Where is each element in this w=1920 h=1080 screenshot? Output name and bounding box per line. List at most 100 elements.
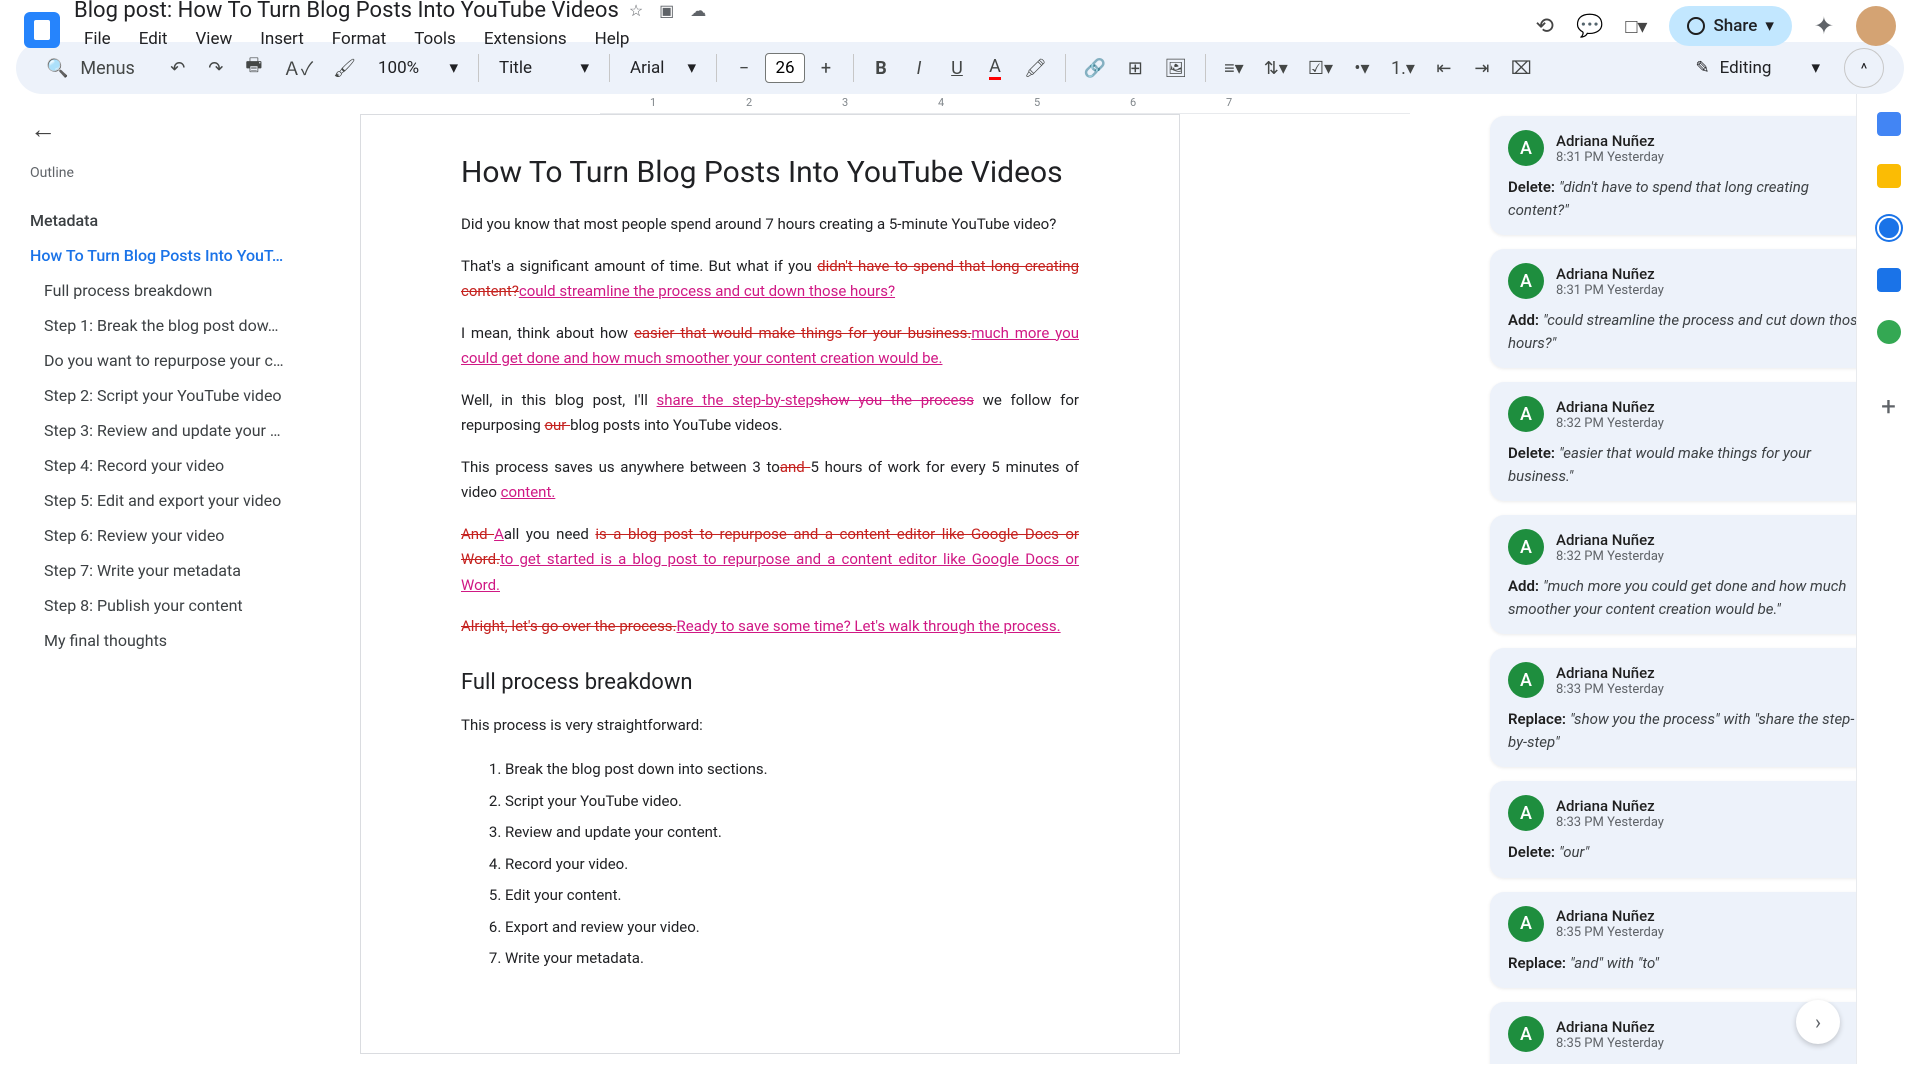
suggestion-insert[interactable]: A — [494, 525, 504, 543]
tasks-icon[interactable] — [1877, 216, 1901, 240]
number-list-button[interactable]: 1.▾ — [1383, 50, 1423, 86]
outline-item[interactable]: Metadata — [30, 203, 286, 238]
cloud-status-icon[interactable]: ☁ — [690, 1, 706, 20]
menu-extensions[interactable]: Extensions — [474, 25, 577, 53]
page-title[interactable]: How To Turn Blog Posts Into YouTube Vide… — [461, 155, 1079, 190]
outline-item[interactable]: Step 3: Review and update your … — [30, 413, 286, 448]
paragraph[interactable]: This process is very straightforward: — [461, 713, 1079, 739]
style-select[interactable]: Title▾ — [489, 54, 599, 82]
suggestion-delete[interactable]: And — [461, 525, 494, 543]
line-spacing-button[interactable]: ⇅▾ — [1256, 50, 1296, 86]
indent-decrease-button[interactable]: ⇤ — [1427, 50, 1461, 86]
list-item[interactable]: Edit your content. — [505, 880, 1079, 912]
outline-item[interactable]: Step 2: Script your YouTube video — [30, 378, 286, 413]
ordered-list[interactable]: Break the blog post down into sections. … — [505, 754, 1079, 975]
horizontal-ruler[interactable]: 1234567 — [600, 94, 1410, 114]
font-size-input[interactable] — [765, 53, 805, 83]
suggestion-insert[interactable]: share the step-by-step — [657, 391, 814, 409]
suggestion-delete[interactable]: our — [544, 416, 570, 434]
list-item[interactable]: Script your YouTube video. — [505, 786, 1079, 818]
add-on-plus-icon[interactable]: + — [1881, 392, 1896, 422]
indent-increase-button[interactable]: ⇥ — [1465, 50, 1499, 86]
suggestion-delete[interactable]: and — [780, 458, 811, 476]
list-item[interactable]: Export and review your video. — [505, 912, 1079, 944]
suggestion-card[interactable]: AAdriana Nuñez8:31 PM Yesterday Add:"cou… — [1490, 249, 1890, 368]
outline-item[interactable]: Full process breakdown — [30, 273, 286, 308]
paragraph[interactable]: Well, in this blog post, I'll share the … — [461, 388, 1079, 439]
checklist-button[interactable]: ☑▾ — [1300, 50, 1341, 86]
outline-item[interactable]: My final thoughts — [30, 623, 286, 658]
list-item[interactable]: Write your metadata. — [505, 943, 1079, 975]
suggestion-card[interactable]: AAdriana Nuñez8:33 PM Yesterday Delete:"… — [1490, 781, 1890, 878]
menu-file[interactable]: File — [74, 25, 121, 53]
outline-item[interactable]: How To Turn Blog Posts Into YouT… — [30, 238, 286, 273]
menu-format[interactable]: Format — [322, 25, 396, 53]
spellcheck-button[interactable]: Ａ✓ — [275, 50, 321, 86]
editing-mode-select[interactable]: ✎ Editing ▾ — [1681, 52, 1834, 84]
outline-item[interactable]: Step 4: Record your video — [30, 448, 286, 483]
comment-button[interactable]: ⊞ — [1118, 50, 1152, 86]
bold-button[interactable]: B — [864, 50, 898, 86]
contacts-icon[interactable] — [1877, 268, 1901, 292]
outline-item[interactable]: Do you want to repurpose your c… — [30, 343, 286, 378]
calendar-icon[interactable] — [1877, 112, 1901, 136]
outline-item[interactable]: Step 7: Write your metadata — [30, 553, 286, 588]
menu-tools[interactable]: Tools — [404, 25, 466, 53]
font-size-decrease[interactable]: − — [727, 50, 761, 86]
paragraph[interactable]: Alright, let's go over the process.Ready… — [461, 614, 1079, 640]
outline-item[interactable]: Step 8: Publish your content — [30, 588, 286, 623]
list-item[interactable]: Break the blog post down into sections. — [505, 754, 1079, 786]
docs-icon[interactable] — [24, 12, 60, 48]
document-title[interactable]: Blog post: How To Turn Blog Posts Into Y… — [74, 0, 619, 23]
heading-2[interactable]: Full process breakdown — [461, 670, 1079, 695]
suggestion-card[interactable]: AAdriana Nuñez8:33 PM Yesterday Replace:… — [1490, 648, 1890, 767]
document-canvas[interactable]: 1234567 How To Turn Blog Posts Into YouT… — [300, 94, 1480, 1064]
italic-button[interactable]: I — [902, 50, 936, 86]
share-dropdown-icon[interactable]: ▾ — [1765, 16, 1774, 36]
image-button[interactable]: 🖼 — [1156, 50, 1195, 86]
star-icon[interactable]: ☆ — [629, 1, 643, 20]
comments-icon[interactable]: 💬 — [1576, 14, 1603, 39]
menu-view[interactable]: View — [185, 25, 242, 53]
outline-item[interactable]: Step 6: Review your video — [30, 518, 286, 553]
suggestion-delete[interactable]: show you the process — [814, 391, 974, 409]
paragraph[interactable]: Did you know that most people spend arou… — [461, 212, 1079, 238]
font-select[interactable]: Arial▾ — [620, 54, 706, 82]
suggestion-delete[interactable]: Alright, let's go over the process. — [461, 617, 677, 635]
paragraph[interactable]: I mean, think about how easier that woul… — [461, 321, 1079, 372]
search-menus[interactable]: 🔍 Menus — [36, 50, 149, 86]
suggestion-card[interactable]: AAdriana Nuñez8:32 PM Yesterday Delete:"… — [1490, 382, 1890, 501]
next-suggestion-button[interactable]: › — [1796, 1000, 1840, 1044]
share-button[interactable]: Share ▾ — [1669, 6, 1791, 46]
suggestion-insert[interactable]: to get started is a blog post to repurpo… — [461, 550, 1079, 594]
maps-icon[interactable] — [1877, 320, 1901, 344]
redo-button[interactable]: ↷ — [199, 50, 233, 86]
bullet-list-button[interactable]: •▾ — [1345, 50, 1379, 86]
paragraph[interactable]: That's a significant amount of time. But… — [461, 254, 1079, 305]
paragraph[interactable]: This process saves us anywhere between 3… — [461, 455, 1079, 506]
suggestion-card[interactable]: AAdriana Nuñez8:35 PM Yesterday Replace:… — [1490, 892, 1890, 989]
undo-button[interactable]: ↶ — [161, 50, 195, 86]
list-item[interactable]: Record your video. — [505, 849, 1079, 881]
gemini-icon[interactable]: ✦ — [1814, 12, 1834, 40]
underline-button[interactable]: U — [940, 50, 974, 86]
move-icon[interactable]: ▣ — [659, 1, 674, 20]
outline-item[interactable]: Step 1: Break the blog post dow… — [30, 308, 286, 343]
align-button[interactable]: ≡▾ — [1216, 50, 1252, 86]
keep-icon[interactable] — [1877, 164, 1901, 188]
menu-insert[interactable]: Insert — [250, 25, 314, 53]
menu-help[interactable]: Help — [585, 25, 640, 53]
link-button[interactable]: 🔗 — [1076, 50, 1114, 86]
suggestion-insert[interactable]: content. — [501, 483, 556, 501]
collapse-toolbar-button[interactable]: ^ — [1844, 48, 1884, 88]
suggestion-insert[interactable]: could streamline the process and cut dow… — [519, 282, 895, 300]
paragraph[interactable]: And Aall you need is a blog post to repu… — [461, 522, 1079, 599]
print-button[interactable]: 🖶 — [237, 50, 271, 86]
text-color-button[interactable]: A — [978, 50, 1012, 86]
list-item[interactable]: Review and update your content. — [505, 817, 1079, 849]
menu-edit[interactable]: Edit — [129, 25, 178, 53]
account-avatar[interactable] — [1856, 6, 1896, 46]
document-page[interactable]: How To Turn Blog Posts Into YouTube Vide… — [360, 114, 1180, 1054]
paint-format-button[interactable]: 🖌 — [325, 50, 364, 86]
clear-format-button[interactable]: ⌧ — [1503, 50, 1540, 86]
